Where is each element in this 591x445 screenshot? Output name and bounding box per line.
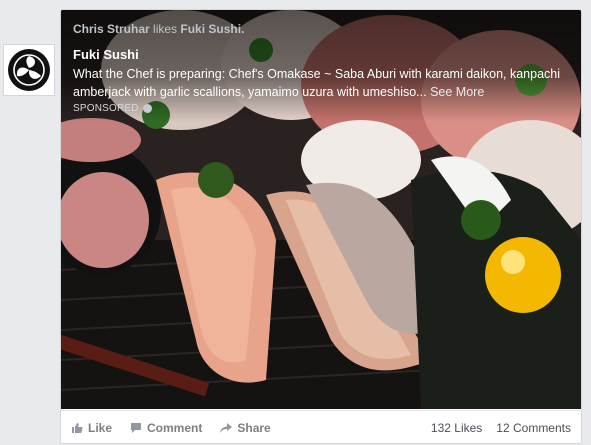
ad-description: What the Chef is preparing: Chef's Omaka… (73, 65, 573, 101)
social-context: Chris Struhar likes Fuki Sushi. (73, 22, 244, 36)
share-label: Share (237, 420, 271, 435)
page-avatar[interactable] (3, 44, 55, 96)
story-verb: likes (153, 22, 178, 36)
comment-icon (131, 422, 142, 433)
share-icon (220, 422, 233, 433)
liked-page-name[interactable]: Fuki Sushi. (180, 22, 244, 36)
likes-count[interactable]: 132 Likes (431, 421, 482, 435)
thumbs-up-icon (72, 422, 83, 433)
share-button[interactable]: Share (220, 420, 271, 435)
tomoe-logo-icon (8, 49, 50, 91)
sponsored-label[interactable]: SPONSORED (73, 103, 152, 114)
like-label: Like (88, 420, 113, 435)
engagement-counts: 132 Likes 12 Comments (431, 421, 571, 435)
comment-label: Comment (147, 420, 203, 435)
action-bar: Like Comment Share 132 Likes 12 Comments (61, 410, 581, 443)
comment-button[interactable]: Comment (130, 421, 202, 435)
ad-description-text: What the Chef is preparing: Chef's Omaka… (73, 67, 561, 99)
globe-icon (142, 104, 152, 113)
sponsored-post-card: Chris Struhar likes Fuki Sushi. Fuki Sus… (60, 9, 582, 444)
see-more-link[interactable]: See More (430, 85, 484, 99)
sponsored-text: SPONSORED (73, 103, 139, 114)
actor-name[interactable]: Chris Struhar (73, 22, 150, 36)
comments-count[interactable]: 12 Comments (496, 421, 571, 435)
ad-page-name[interactable]: Fuki Sushi (73, 47, 139, 62)
like-button[interactable]: Like (71, 421, 112, 435)
